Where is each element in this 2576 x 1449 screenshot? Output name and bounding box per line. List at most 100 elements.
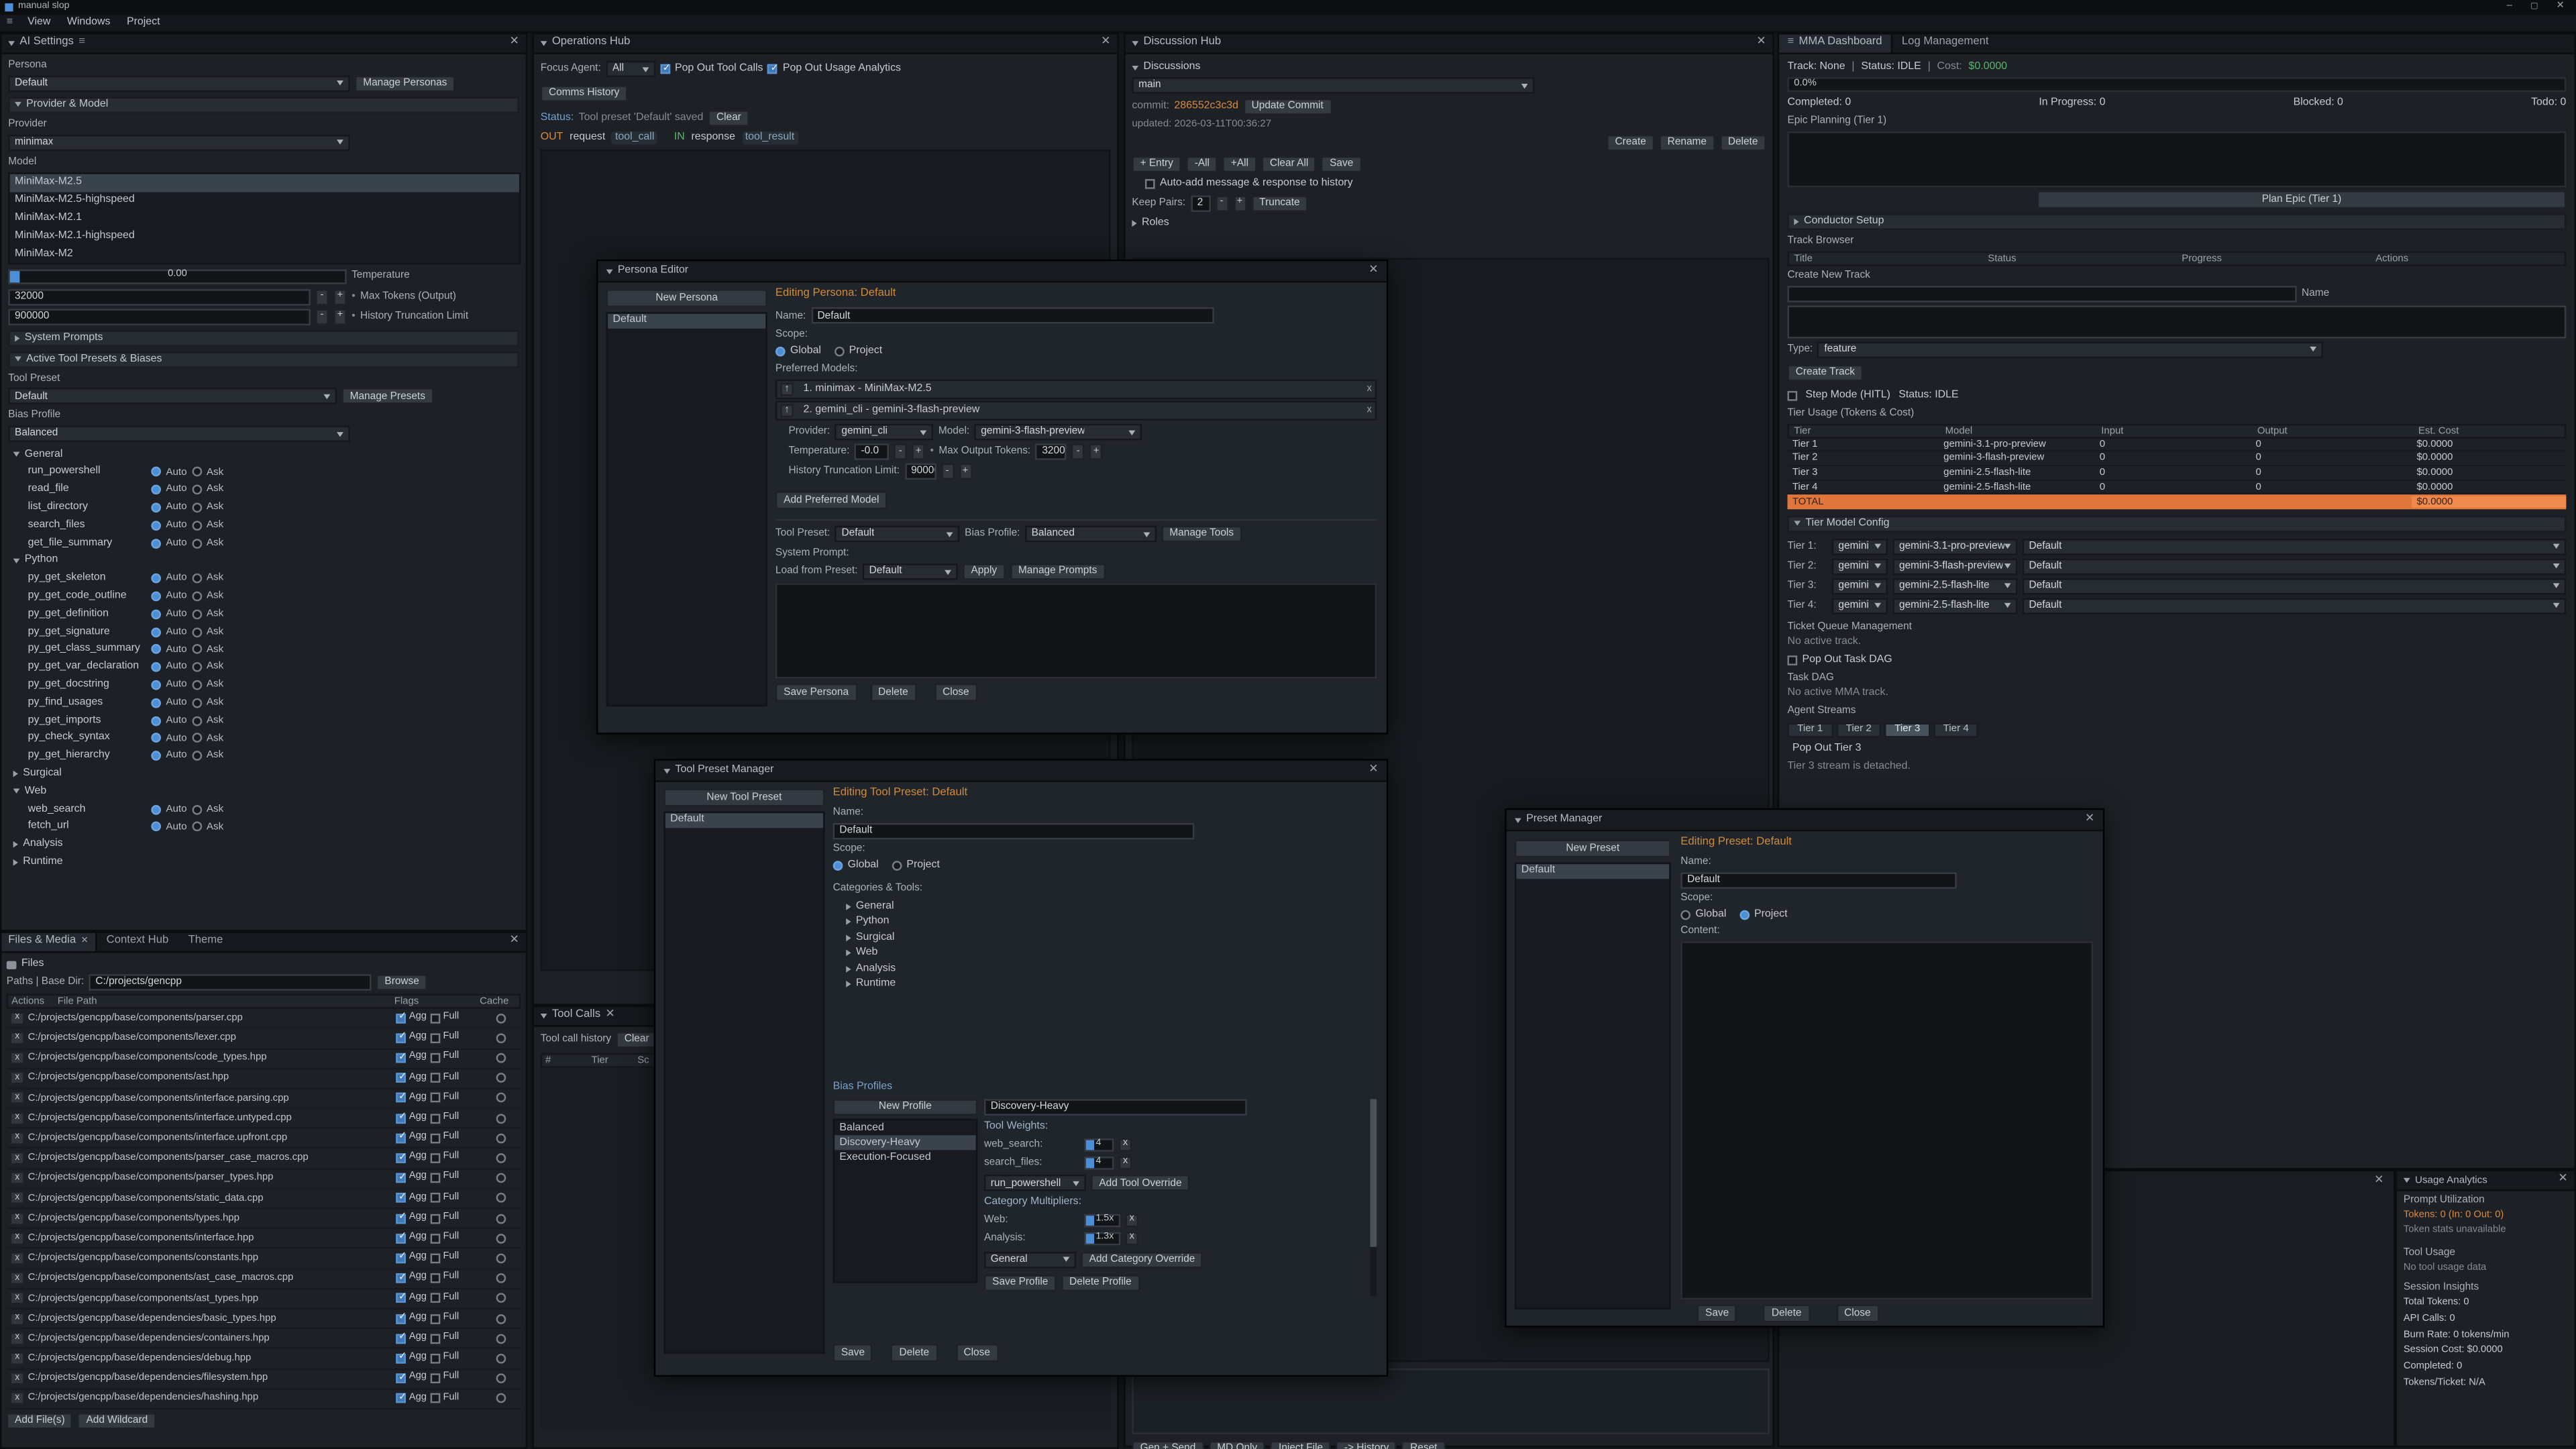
clear-all-button[interactable]: Clear All [1262, 156, 1317, 172]
truncate-button[interactable]: Truncate [1251, 195, 1308, 211]
auto-radio[interactable] [151, 468, 161, 478]
cache-indicator[interactable] [496, 1114, 506, 1124]
full-checkbox[interactable] [430, 1114, 440, 1124]
tool-preset-titlebar[interactable]: Tool Preset Manager ✕ [655, 761, 1387, 782]
cache-indicator[interactable] [496, 1273, 506, 1283]
agg-checkbox[interactable] [396, 1234, 406, 1244]
tier-preset-select[interactable]: Default [2023, 558, 2567, 574]
scope-global-radio[interactable] [775, 347, 786, 358]
track-description-input[interactable] [1787, 305, 2566, 338]
delete-tool-preset-button[interactable]: Delete [891, 1344, 937, 1362]
tool-row[interactable]: Web Auto Ask [8, 783, 519, 800]
save-profile-button[interactable]: Save Profile [984, 1274, 1057, 1290]
remove-model-icon[interactable]: x [1367, 405, 1372, 417]
history-limit-input[interactable]: 900000 [8, 308, 311, 324]
remove-weight-button[interactable]: x [1119, 1157, 1132, 1170]
remove-file-button[interactable]: x [10, 1071, 25, 1085]
cache-indicator[interactable] [496, 1393, 506, 1403]
cache-indicator[interactable] [496, 1033, 506, 1043]
category-tree-item[interactable]: Analysis [846, 961, 1377, 977]
full-checkbox[interactable] [430, 1093, 440, 1104]
ask-radio[interactable] [192, 538, 202, 548]
scope-project-radio[interactable] [892, 861, 902, 871]
auto-radio[interactable] [151, 804, 161, 814]
tool-row[interactable]: py_get_docstring Auto Ask [8, 676, 519, 694]
collapse-icon[interactable] [1132, 220, 1136, 227]
file-row[interactable]: x C:/projects/gencpp/base/dependencies/b… [7, 1309, 521, 1330]
ask-radio[interactable] [192, 485, 202, 495]
ask-radio[interactable] [192, 521, 202, 531]
tool-preset-select[interactable]: Default [8, 388, 337, 405]
new-persona-button[interactable]: New Persona [606, 289, 767, 307]
delete-persona-button[interactable]: Delete [870, 684, 916, 702]
delete-profile-button[interactable]: Delete Profile [1061, 1274, 1140, 1290]
close-icon[interactable]: ✕ [1368, 264, 1378, 278]
delete-discussion-button[interactable]: Delete [1720, 135, 1766, 151]
collapse-icon[interactable] [1132, 41, 1138, 46]
file-row[interactable]: x C:/projects/gencpp/base/components/con… [7, 1249, 521, 1269]
close-icon[interactable]: ✕ [2085, 812, 2094, 826]
ask-radio[interactable] [192, 574, 202, 584]
file-row[interactable]: x C:/projects/gencpp/base/components/int… [7, 1109, 521, 1129]
ask-radio[interactable] [192, 503, 202, 513]
remove-file-button[interactable]: x [10, 1252, 25, 1265]
agg-checkbox[interactable] [396, 1334, 406, 1344]
scope-project-radio[interactable] [835, 347, 845, 358]
cache-indicator[interactable] [496, 1313, 506, 1324]
base-dir-input[interactable]: C:/projects/gencpp [89, 975, 372, 991]
tool-row[interactable]: list_directory Auto Ask [8, 499, 519, 517]
preset-list-item[interactable]: Default [1516, 864, 1669, 879]
decrement-button[interactable]: - [894, 444, 908, 460]
auto-radio[interactable] [151, 627, 161, 637]
tool-row[interactable]: Analysis Auto Ask [8, 836, 519, 853]
apply-button[interactable]: Apply [963, 564, 1005, 580]
cache-indicator[interactable] [496, 1013, 506, 1023]
manage-personas-button[interactable]: Manage Personas [355, 75, 455, 91]
save-persona-button[interactable]: Save Persona [775, 684, 857, 702]
tool-override-select[interactable]: run_powershell [984, 1175, 1086, 1191]
full-checkbox[interactable] [430, 1073, 440, 1083]
scope-global-radio[interactable] [833, 861, 843, 871]
tool-row[interactable]: General Auto Ask [8, 445, 519, 463]
file-row[interactable]: x C:/projects/gencpp/base/dependencies/f… [7, 1369, 521, 1389]
agg-checkbox[interactable] [396, 1133, 406, 1143]
full-checkbox[interactable] [430, 1393, 440, 1403]
tier-preset-select[interactable]: Default [2023, 578, 2567, 594]
auto-radio[interactable] [151, 521, 161, 531]
agg-checkbox[interactable] [396, 1354, 406, 1364]
ask-radio[interactable] [192, 663, 202, 673]
remove-file-button[interactable]: x [10, 1332, 25, 1345]
discussion-select[interactable]: main [1132, 77, 1534, 93]
remove-file-button[interactable]: x [10, 1272, 25, 1285]
file-row[interactable]: x C:/projects/gencpp/base/components/cod… [7, 1049, 521, 1069]
remove-file-button[interactable]: x [10, 1052, 25, 1065]
auto-add-checkbox[interactable] [1145, 179, 1155, 189]
auto-radio[interactable] [151, 716, 161, 726]
category-override-select[interactable]: General [984, 1251, 1076, 1267]
tier-model-select[interactable]: gemini-3.1-pro-preview [1892, 539, 2017, 555]
increment-button[interactable]: + [333, 308, 347, 324]
full-checkbox[interactable] [430, 1374, 440, 1384]
cache-indicator[interactable] [496, 1354, 506, 1364]
auto-radio[interactable] [151, 822, 161, 833]
cache-indicator[interactable] [496, 1073, 506, 1083]
tool-row[interactable]: py_get_var_declaration Auto Ask [8, 659, 519, 676]
comms-history-button[interactable]: Comms History [541, 85, 628, 101]
weight-slider[interactable]: 4 [1084, 1138, 1114, 1152]
pe-bias-select[interactable]: Balanced [1025, 526, 1157, 542]
minimize-icon[interactable]: – [2500, 1, 2519, 13]
plan-epic-button[interactable]: Plan Epic (Tier 1) [2037, 191, 2567, 209]
agg-checkbox[interactable] [396, 1313, 406, 1324]
system-prompt-textarea[interactable] [775, 584, 1377, 679]
focus-agent-select[interactable]: All [606, 61, 655, 77]
remove-file-button[interactable]: x [10, 1392, 25, 1405]
tier-model-select[interactable]: gemini-3-flash-preview [1892, 558, 2017, 574]
full-checkbox[interactable] [430, 1173, 440, 1183]
tool-row[interactable]: py_get_skeleton Auto Ask [8, 570, 519, 587]
close-icon[interactable]: ✕ [509, 935, 519, 949]
pe-max-output-input[interactable]: 32000 [1036, 444, 1067, 460]
tool-row[interactable]: Python Auto Ask [8, 552, 519, 570]
full-checkbox[interactable] [430, 1273, 440, 1283]
cache-indicator[interactable] [496, 1173, 506, 1183]
new-tool-preset-button[interactable]: New Tool Preset [663, 789, 824, 807]
